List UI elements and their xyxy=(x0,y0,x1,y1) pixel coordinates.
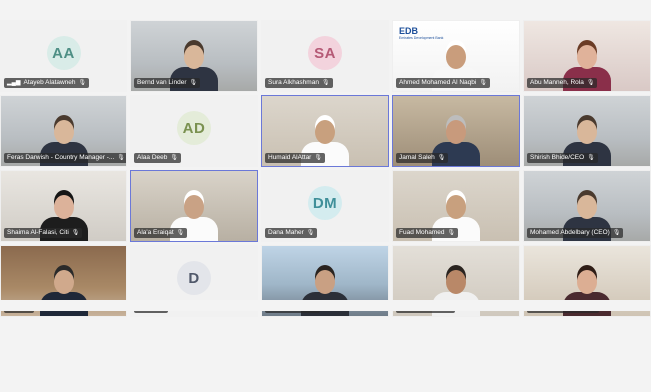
participant-nameplate: Sura Alkhashman 🎙 xyxy=(265,78,333,88)
participant-nameplate: Dana Maher 🎙 xyxy=(265,228,318,238)
participant-tile[interactable]: AD Alaa Deeb 🎙 xyxy=(130,95,258,167)
participant-name: Feras Darwish - Country Manager -... xyxy=(7,154,115,161)
participant-gallery: AA ▂▄▆ Atayeb Alatawneh 🎙 Bernd van Linder 🎙 S… xyxy=(0,20,651,392)
participant-tile[interactable]: DM Dana Maher 🎙 xyxy=(261,170,389,242)
participant-tile[interactable]: Mohamed Abdelbary (CEO) 🎙 xyxy=(523,170,651,242)
participant-name: Mohamed Abdelbary (CEO) xyxy=(530,229,610,236)
participant-nameplate: Fuad Mohamed 🎙 xyxy=(396,228,459,238)
participant-avatar: D xyxy=(177,261,211,295)
participant-nameplate: Humaid AlAttar 🎙 xyxy=(265,153,325,163)
participant-name: Dana Maher xyxy=(268,229,304,236)
microphone-muted-icon: 🎙 xyxy=(117,155,125,161)
participant-name: Bernd van Linder xyxy=(137,79,187,86)
participant-name: Fuad Mohamed xyxy=(399,229,445,236)
microphone-muted-icon: 🎙 xyxy=(306,230,315,236)
signal-bars-icon: ▂▄▆ xyxy=(7,80,21,86)
participant-avatar: SA xyxy=(308,36,342,70)
microphone-muted-icon: 🎙 xyxy=(176,230,185,236)
microphone-muted-icon: 🎙 xyxy=(314,155,322,161)
participant-name: Atayeb Alatawneh xyxy=(23,79,76,86)
microphone-muted-icon: 🎙 xyxy=(78,80,87,86)
participant-nameplate: Shirish Bhide/CEO 🎙 xyxy=(527,153,598,163)
participant-nameplate: Feras Darwish - Country Manager -... 🎙 xyxy=(4,153,126,163)
microphone-muted-icon: 🎙 xyxy=(170,155,178,161)
participant-name: Sura Alkhashman xyxy=(268,79,319,86)
participant-name: Humaid AlAttar xyxy=(268,154,312,161)
participant-tile[interactable]: Feras Darwish - Country Manager -... 🎙 xyxy=(0,95,127,167)
participant-avatar: DM xyxy=(308,186,342,220)
participant-nameplate: Ala'a Eraiqat 🎙 xyxy=(134,228,188,238)
participant-tile[interactable]: Fuad Mohamed 🎙 xyxy=(392,170,520,242)
participant-tile[interactable]: Ala'a Eraiqat 🎙 xyxy=(130,170,258,242)
participant-name: Alaa Deeb xyxy=(137,154,168,161)
participant-name: Shaima Al-Falasi, Citi xyxy=(7,229,69,236)
participant-name: Ahmed Mohamed Al Naqbi xyxy=(399,79,477,86)
microphone-muted-icon: 🎙 xyxy=(612,230,621,236)
participant-tile[interactable]: AA ▂▄▆ Atayeb Alatawneh 🎙 xyxy=(0,20,127,92)
participant-nameplate: Abu Manneh, Rola 🎙 xyxy=(527,78,598,88)
meeting-top-bar xyxy=(0,0,651,20)
meeting-bottom-bar xyxy=(0,300,651,311)
microphone-muted-icon: 🎙 xyxy=(71,230,80,236)
participant-tile[interactable]: Bernd van Linder 🎙 xyxy=(130,20,258,92)
microphone-muted-icon: 🎙 xyxy=(587,155,595,161)
participant-nameplate: ▂▄▆ Atayeb Alatawneh 🎙 xyxy=(4,78,90,88)
participant-name: Jamal Saleh xyxy=(399,154,435,161)
participant-name: Shirish Bhide/CEO xyxy=(530,154,585,161)
participant-nameplate: Alaa Deeb 🎙 xyxy=(134,153,181,163)
participant-nameplate: Jamal Saleh 🎙 xyxy=(396,153,449,163)
participant-tile[interactable]: Humaid AlAttar 🎙 xyxy=(261,95,389,167)
participant-name: Ala'a Eraiqat xyxy=(137,229,174,236)
microphone-muted-icon: 🎙 xyxy=(437,155,446,161)
participant-tile[interactable]: Abu Manneh, Rola 🎙 xyxy=(523,20,651,92)
participant-tile[interactable]: Jamal Saleh 🎙 xyxy=(392,95,520,167)
microphone-muted-icon: 🎙 xyxy=(321,80,330,86)
microphone-muted-icon: 🎙 xyxy=(479,80,487,86)
participant-tile[interactable]: Shirish Bhide/CEO 🎙 xyxy=(523,95,651,167)
microphone-muted-icon: 🎙 xyxy=(586,80,595,86)
participant-avatar: AA xyxy=(46,36,81,70)
microphone-muted-icon: 🎙 xyxy=(447,230,456,236)
participant-tile[interactable]: EDB Emirates Development Bank Ahmed Mohame… xyxy=(392,20,520,92)
microphone-muted-icon: 🎙 xyxy=(189,80,198,86)
participant-name: Abu Manneh, Rola xyxy=(530,79,584,86)
participant-nameplate: Shaima Al-Falasi, Citi 🎙 xyxy=(4,228,83,238)
participant-nameplate: Bernd van Linder 🎙 xyxy=(134,78,201,88)
participant-nameplate: Ahmed Mohamed Al Naqbi 🎙 xyxy=(396,78,490,88)
participant-tile[interactable]: Shaima Al-Falasi, Citi 🎙 xyxy=(0,170,127,242)
participant-nameplate: Mohamed Abdelbary (CEO) 🎙 xyxy=(527,228,624,238)
edb-logo: EDB Emirates Development Bank xyxy=(399,26,444,40)
participant-tile[interactable]: SA Sura Alkhashman 🎙 xyxy=(261,20,389,92)
participant-avatar: AD xyxy=(177,111,211,145)
